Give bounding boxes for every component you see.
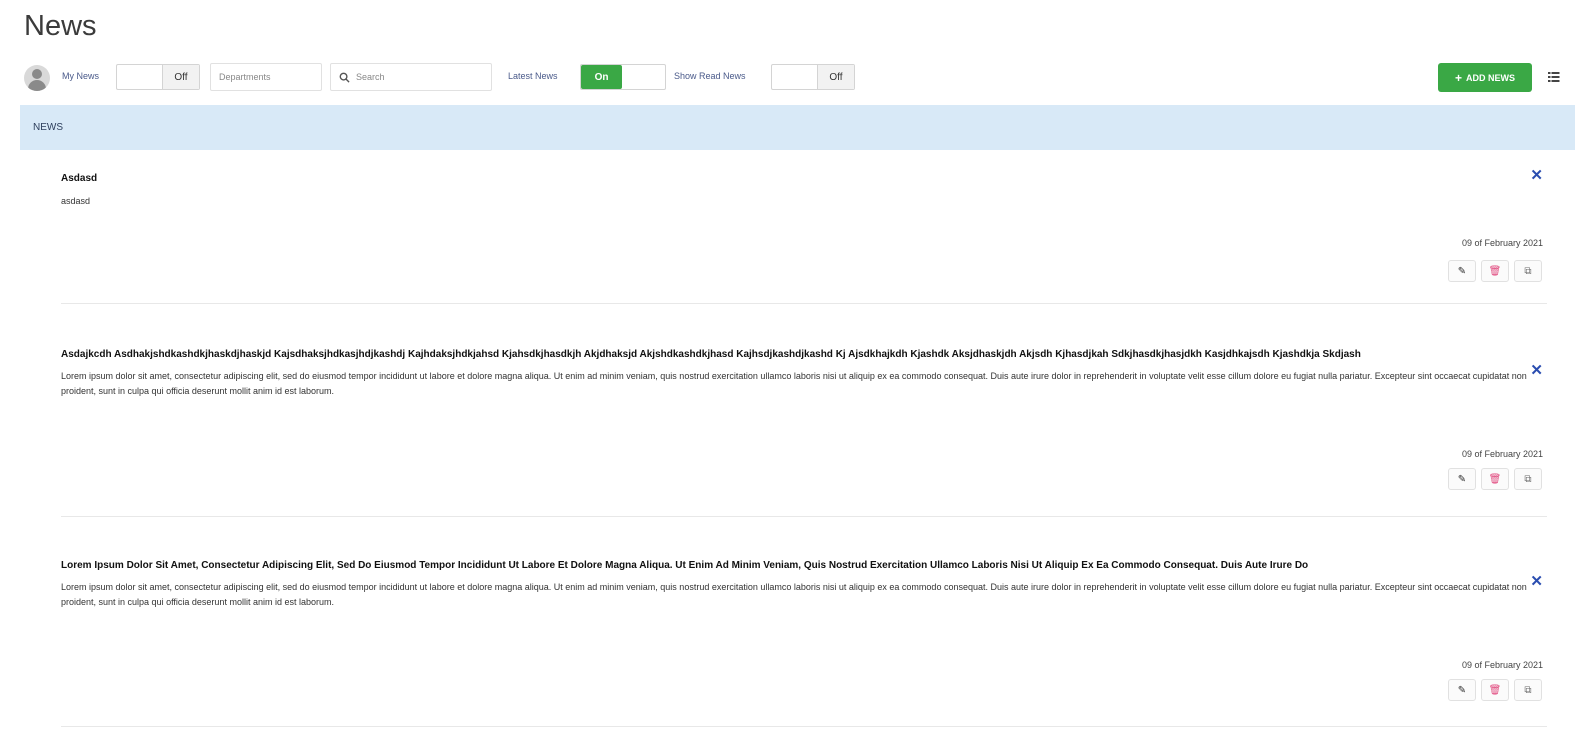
news-item-actions: ✎ 🗑 ⧉	[1448, 260, 1542, 282]
news-item-body: Lorem ipsum dolor sit amet, consectetur …	[61, 582, 1527, 607]
latest-news-label: Latest News	[508, 71, 558, 81]
news-item-title: Lorem Ipsum Dolor Sit Amet, Consectetur …	[61, 560, 1309, 571]
toolbar: My News Off Departments Search Latest Ne…	[24, 62, 1575, 94]
copy-icon[interactable]: ⧉	[1514, 468, 1542, 490]
toggle-off-label: Off	[816, 65, 854, 89]
close-icon[interactable]: ✕	[1530, 166, 1543, 184]
delete-icon[interactable]: 🗑	[1481, 468, 1509, 490]
avatar[interactable]	[24, 65, 50, 91]
news-item-date: 09 of February 2021	[1461, 449, 1543, 459]
news-item-body: asdasd	[61, 196, 91, 206]
section-title: NEWS	[33, 122, 63, 133]
news-item-body: Lorem ipsum dolor sit amet, consectetur …	[61, 371, 1527, 396]
add-news-button[interactable]: + ADD NEWS	[1438, 63, 1532, 92]
search-icon	[339, 72, 350, 83]
news-item: Asdajkcdh Asdhakjshdkashdkjhaskdjhaskjd …	[61, 348, 1547, 508]
news-item: Asdasd asdasd ✕ 09 of February 2021 ✎ 🗑 …	[61, 167, 1547, 312]
copy-icon[interactable]: ⧉	[1514, 260, 1542, 282]
my-news-toggle[interactable]: Off	[116, 64, 200, 90]
departments-select[interactable]: Departments	[210, 63, 322, 91]
close-icon[interactable]: ✕	[1530, 572, 1543, 590]
list-view-icon[interactable]	[1548, 70, 1575, 86]
divider	[61, 303, 1547, 304]
news-item-title: Asdasd	[61, 173, 98, 184]
news-item-actions: ✎ 🗑 ⧉	[1448, 468, 1542, 490]
edit-icon[interactable]: ✎	[1448, 468, 1476, 490]
copy-icon[interactable]: ⧉	[1514, 679, 1542, 701]
delete-icon[interactable]: 🗑	[1481, 260, 1509, 282]
my-news-label: My News	[62, 71, 100, 81]
delete-icon[interactable]: 🗑	[1481, 679, 1509, 701]
toggle-off-label: Off	[161, 65, 199, 89]
plus-icon: +	[1454, 70, 1462, 85]
search-input[interactable]: Search	[330, 63, 492, 91]
news-item-actions: ✎ 🗑 ⧉	[1448, 679, 1542, 701]
toggle-on-label: On	[581, 65, 623, 89]
news-item-date: 09 of February 2021	[1461, 660, 1543, 670]
edit-icon[interactable]: ✎	[1448, 679, 1476, 701]
news-section-header: NEWS	[20, 105, 1575, 150]
show-read-news-toggle[interactable]: Off	[771, 64, 855, 90]
news-item-title: Asdajkcdh Asdhakjshdkashdkjhaskdjhaskjd …	[61, 349, 1361, 360]
divider	[61, 516, 1547, 517]
latest-news-toggle[interactable]: On	[580, 64, 666, 90]
news-item-date: 09 of February 2021	[1461, 238, 1543, 248]
edit-icon[interactable]: ✎	[1448, 260, 1476, 282]
divider	[61, 726, 1547, 727]
close-icon[interactable]: ✕	[1530, 361, 1543, 379]
show-read-news-label: Show Read News	[674, 71, 746, 81]
page-title: News	[24, 10, 97, 42]
news-item: Lorem Ipsum Dolor Sit Amet, Consectetur …	[61, 559, 1547, 719]
